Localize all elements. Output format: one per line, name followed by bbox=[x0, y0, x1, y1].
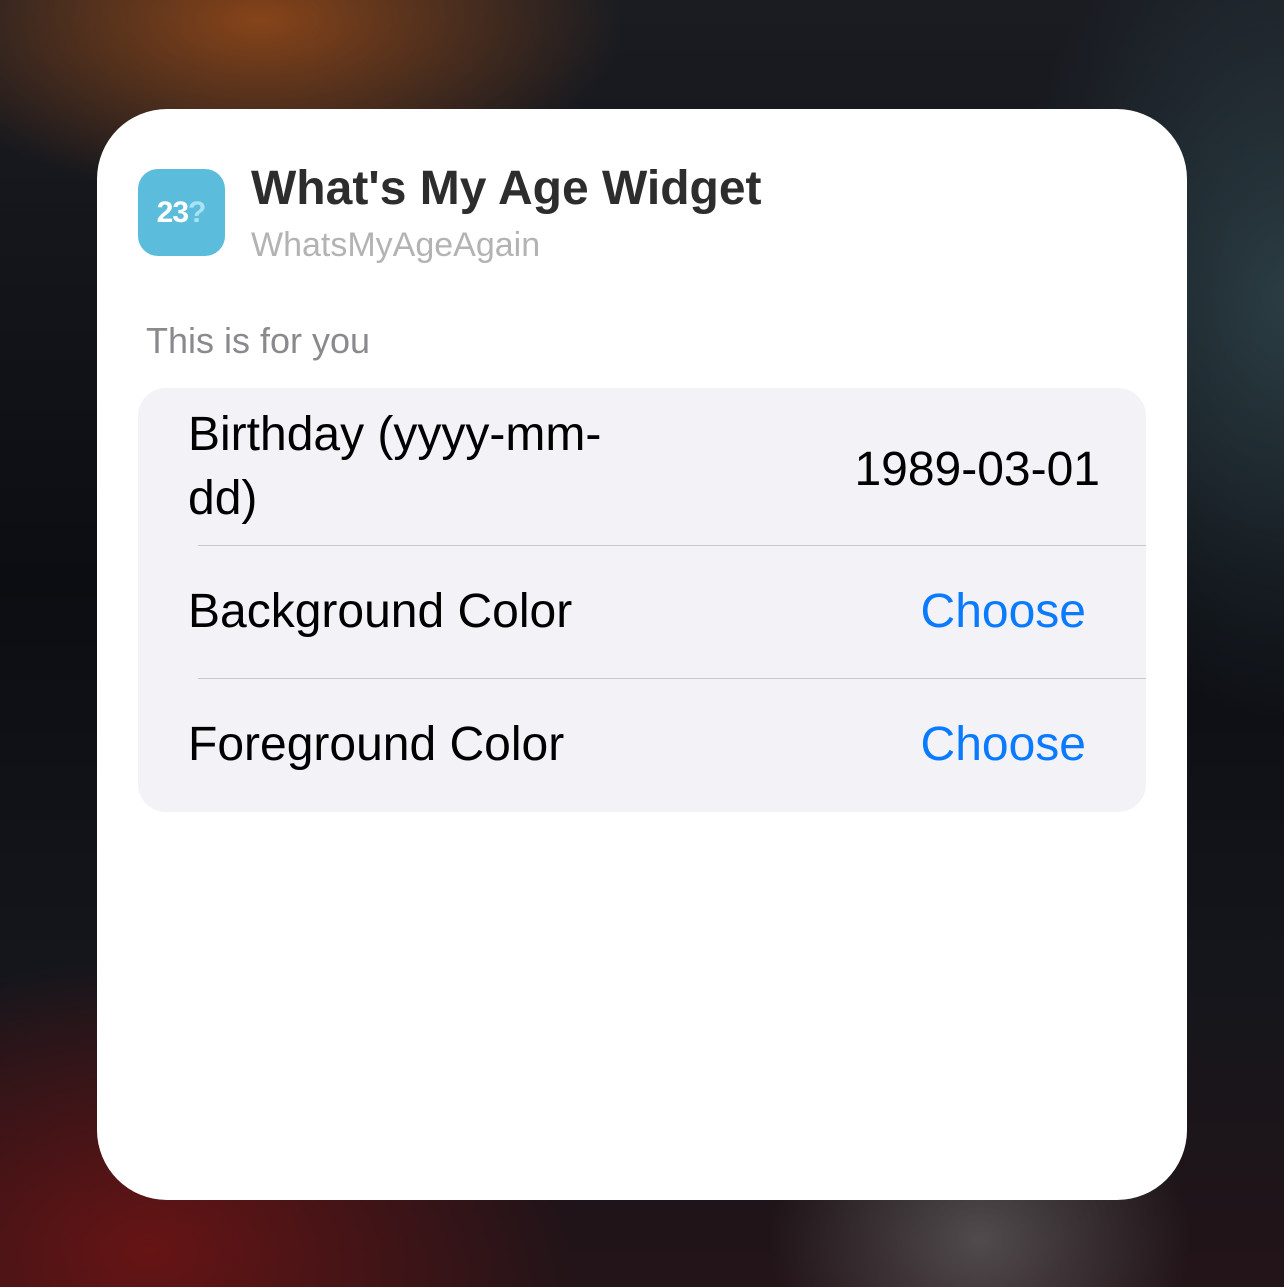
background-color-choose-button[interactable]: Choose bbox=[921, 580, 1086, 644]
widget-title: What's My Age Widget bbox=[251, 162, 762, 215]
settings-group: Birthday (yyyy-mm-dd) 1989-03-01 Backgro… bbox=[138, 388, 1146, 812]
widget-edit-card: 23? What's My Age Widget WhatsMyAgeAgain… bbox=[97, 109, 1187, 1200]
section-header: This is for you bbox=[146, 320, 371, 361]
background-color-label: Background Color bbox=[188, 584, 573, 638]
foreground-color-row[interactable]: Foreground Color Choose bbox=[138, 678, 1146, 812]
row-separator bbox=[198, 545, 1146, 546]
birthday-row[interactable]: Birthday (yyyy-mm-dd) 1989-03-01 bbox=[138, 388, 1146, 545]
foreground-color-label: Foreground Color bbox=[188, 718, 565, 771]
app-icon: 23? bbox=[138, 169, 225, 256]
app-icon-number: 23 bbox=[156, 195, 189, 229]
birthday-label: Birthday (yyyy-mm-dd) bbox=[188, 408, 602, 525]
app-name: WhatsMyAgeAgain bbox=[251, 226, 541, 264]
foreground-color-choose-button[interactable]: Choose bbox=[921, 713, 1086, 777]
app-icon-question-mark: ? bbox=[188, 195, 207, 229]
background-color-row[interactable]: Background Color Choose bbox=[138, 545, 1146, 678]
birthday-value[interactable]: 1989-03-01 bbox=[854, 438, 1100, 502]
row-separator bbox=[198, 678, 1146, 679]
